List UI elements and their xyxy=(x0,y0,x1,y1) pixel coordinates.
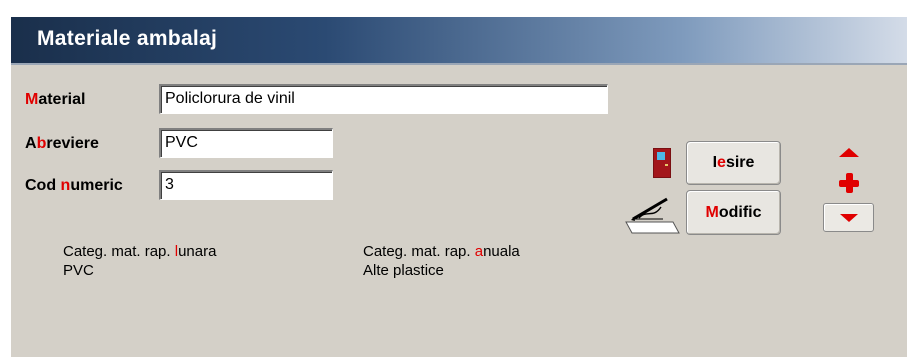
categ-lunara-value: PVC xyxy=(63,262,94,279)
materiale-ambalaj-window: Materiale ambalaj Material Policlorura d… xyxy=(10,16,907,357)
iesire-button[interactable]: Ie sire xyxy=(686,141,781,185)
move-down-button[interactable] xyxy=(823,203,874,232)
window-title: Materiale ambalaj xyxy=(37,27,218,50)
modific-button[interactable]: Modific xyxy=(686,190,781,235)
cod-numeric-label: Cod numeric xyxy=(25,177,123,194)
plus-icon[interactable] xyxy=(839,173,859,193)
title-bar: Materiale ambalaj xyxy=(11,17,907,63)
door-icon xyxy=(653,148,671,178)
pen-paper-icon xyxy=(623,195,681,235)
material-field[interactable]: Policlorura de vinil xyxy=(159,84,608,114)
categ-anuala-value: Alte plastice xyxy=(363,262,444,279)
arrow-down-icon xyxy=(839,213,858,222)
title-divider xyxy=(11,63,907,65)
abreviere-label: Abreviere xyxy=(25,135,99,152)
arrow-up-icon[interactable] xyxy=(839,148,859,157)
categ-anuala-label: Categ. mat. rap. anuala xyxy=(363,243,520,260)
cod-numeric-field[interactable]: 3 xyxy=(159,170,333,200)
categ-lunara-label: Categ. mat. rap. lunara xyxy=(63,243,217,260)
abreviere-field[interactable]: PVC xyxy=(159,128,333,158)
material-label: Material xyxy=(25,91,86,108)
